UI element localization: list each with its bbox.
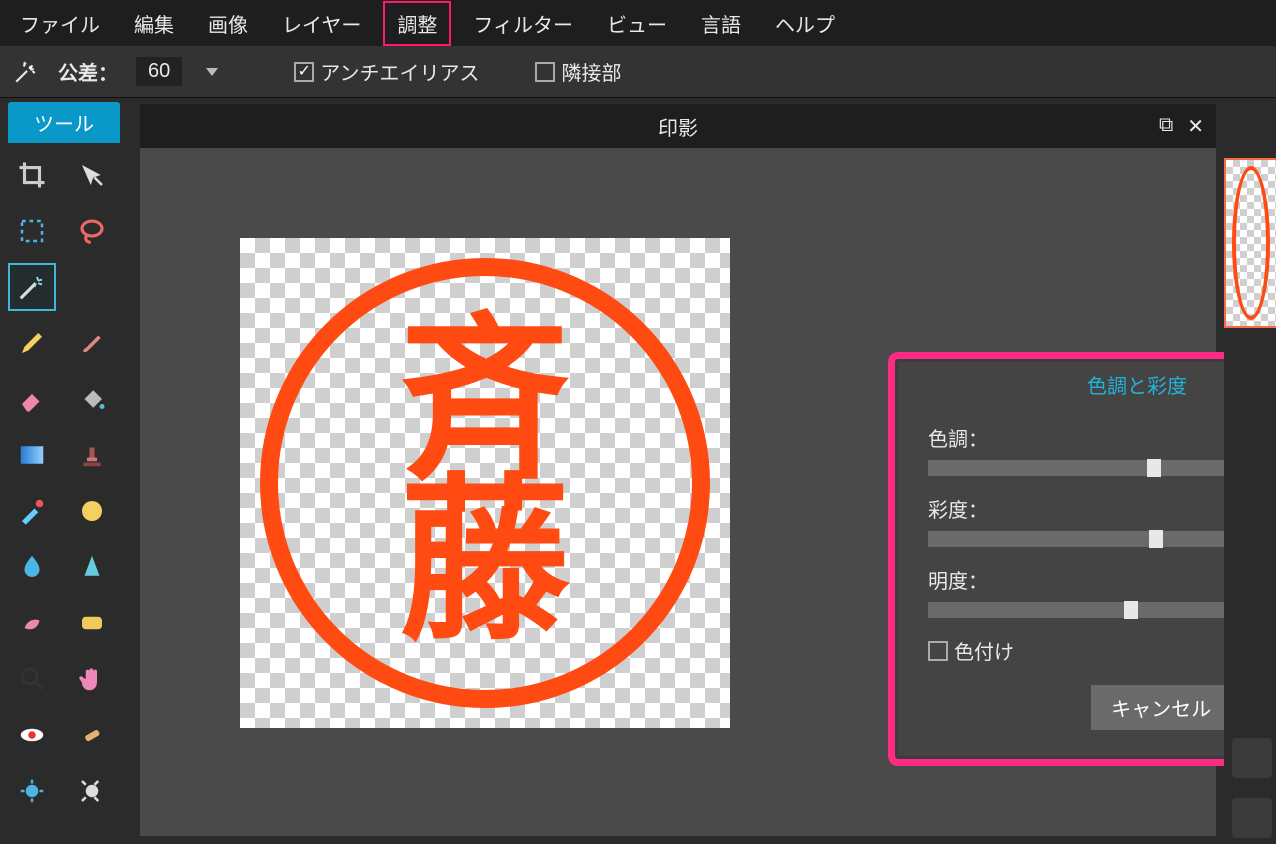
stamp-graphic: 斉 藤 bbox=[260, 258, 710, 708]
tolerance-label: 公差： bbox=[58, 57, 118, 86]
crop-tool[interactable] bbox=[8, 151, 56, 199]
blur-tool[interactable] bbox=[8, 543, 56, 591]
panel-icon-2[interactable] bbox=[1232, 798, 1272, 838]
hue-label: 色調： bbox=[928, 423, 988, 452]
lasso-tool[interactable] bbox=[68, 207, 116, 255]
close-document-icon[interactable]: ✕ bbox=[1187, 114, 1204, 139]
colorize-label: 色付け bbox=[954, 636, 1014, 665]
stamp-line1: 斉 bbox=[400, 317, 570, 487]
right-panel bbox=[1224, 98, 1276, 844]
stamp-tool[interactable] bbox=[68, 431, 116, 479]
document-title: 印影 bbox=[658, 112, 698, 141]
popout-icon[interactable]: ⧉ bbox=[1159, 114, 1173, 139]
canvas-area: 印影 ⧉ ✕ 斉 藤 色調と彩度 ✕ bbox=[128, 98, 1224, 844]
stamp-line2: 藤 bbox=[400, 479, 570, 649]
canvas[interactable]: 斉 藤 bbox=[240, 238, 730, 728]
cancel-button[interactable]: キャンセル bbox=[1091, 685, 1231, 730]
saturation-label: 彩度： bbox=[928, 494, 988, 523]
menu-file[interactable]: ファイル bbox=[8, 3, 112, 44]
wand-tool[interactable] bbox=[8, 263, 56, 311]
colorreplace-tool[interactable] bbox=[8, 487, 56, 535]
pencil-tool[interactable] bbox=[8, 319, 56, 367]
sponge-tool[interactable] bbox=[68, 599, 116, 647]
contiguous-checkbox[interactable] bbox=[535, 62, 555, 82]
redeye-tool[interactable] bbox=[8, 711, 56, 759]
dialog-title-bar[interactable]: 色調と彩度 ✕ bbox=[898, 362, 1276, 407]
eraser-tool[interactable] bbox=[8, 375, 56, 423]
saturation-slider-thumb[interactable] bbox=[1149, 530, 1163, 548]
menu-filter[interactable]: フィルター bbox=[461, 3, 585, 44]
empty-tool-slot bbox=[68, 263, 116, 311]
options-bar: 公差： 60 アンチエイリアス 隣接部 bbox=[0, 46, 1276, 98]
tool-panel: ツール bbox=[0, 98, 128, 844]
antialias-label: アンチエイリアス bbox=[320, 57, 479, 86]
bloat-tool[interactable] bbox=[8, 767, 56, 815]
wand-icon bbox=[12, 58, 40, 86]
bucket-tool[interactable] bbox=[68, 375, 116, 423]
workspace: ツール bbox=[0, 98, 1276, 844]
document-header: 印影 ⧉ ✕ bbox=[140, 104, 1216, 148]
brush-tool[interactable] bbox=[68, 319, 116, 367]
menu-image[interactable]: 画像 bbox=[196, 3, 260, 44]
menu-layer[interactable]: レイヤー bbox=[270, 3, 373, 44]
menu-bar: ファイル 編集 画像 レイヤー 調整 フィルター ビュー 言語 ヘルプ bbox=[0, 0, 1276, 46]
panel-icon-1[interactable] bbox=[1232, 738, 1272, 778]
gradient-tool[interactable] bbox=[8, 431, 56, 479]
hand-tool[interactable] bbox=[68, 655, 116, 703]
heal-tool[interactable] bbox=[68, 711, 116, 759]
hue-slider-thumb[interactable] bbox=[1147, 459, 1161, 477]
draw-tool[interactable] bbox=[68, 487, 116, 535]
marquee-tool[interactable] bbox=[8, 207, 56, 255]
zoom-tool[interactable] bbox=[8, 655, 56, 703]
menu-edit[interactable]: 編集 bbox=[122, 3, 186, 44]
lightness-slider-thumb[interactable] bbox=[1124, 601, 1138, 619]
tool-panel-title: ツール bbox=[8, 102, 120, 143]
tolerance-dropdown-icon[interactable] bbox=[206, 68, 218, 76]
smudge-tool[interactable] bbox=[8, 599, 56, 647]
menu-adjust[interactable]: 調整 bbox=[383, 1, 451, 46]
menu-view[interactable]: ビュー bbox=[595, 3, 679, 44]
tolerance-value[interactable]: 60 bbox=[136, 57, 182, 86]
contiguous-option[interactable]: 隣接部 bbox=[535, 57, 621, 86]
menu-help[interactable]: ヘルプ bbox=[763, 3, 847, 44]
menu-lang[interactable]: 言語 bbox=[689, 3, 753, 44]
colorize-checkbox[interactable] bbox=[928, 641, 948, 661]
tool-grid bbox=[8, 151, 120, 815]
pinch-tool[interactable] bbox=[68, 767, 116, 815]
sharpen-tool[interactable] bbox=[68, 543, 116, 591]
contiguous-label: 隣接部 bbox=[561, 57, 621, 86]
move-tool[interactable] bbox=[68, 151, 116, 199]
lightness-label: 明度： bbox=[928, 565, 988, 594]
hue-saturation-dialog: 色調と彩度 ✕ 色調： 16 bbox=[888, 352, 1276, 766]
antialias-option[interactable]: アンチエイリアス bbox=[294, 57, 479, 86]
navigator-thumbnail[interactable] bbox=[1224, 158, 1276, 328]
dialog-title: 色調と彩度 bbox=[1087, 376, 1187, 398]
antialias-checkbox[interactable] bbox=[294, 62, 314, 82]
